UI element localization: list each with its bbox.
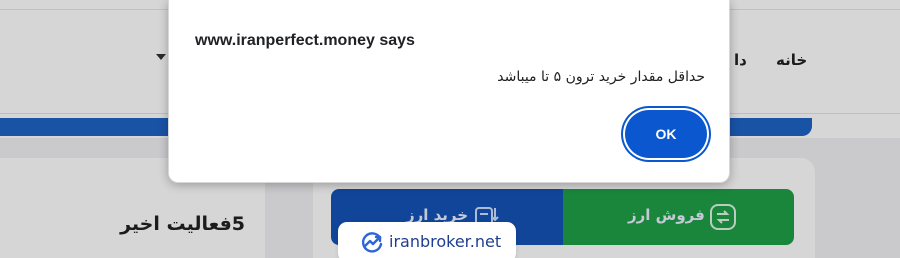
trend-chart-icon <box>360 231 384 253</box>
dialog-title: www.iranperfect.money says <box>195 32 415 49</box>
ok-button[interactable]: OK <box>625 110 707 158</box>
alert-dialog: www.iranperfect.money says حداقل مقدار خ… <box>168 0 730 183</box>
watermark-text: iranbroker.net <box>389 232 502 251</box>
dialog-message: حداقل مقدار خرید ترون ۵ تا میباشد <box>497 69 705 85</box>
watermark-badge: iranbroker.net <box>338 222 516 258</box>
